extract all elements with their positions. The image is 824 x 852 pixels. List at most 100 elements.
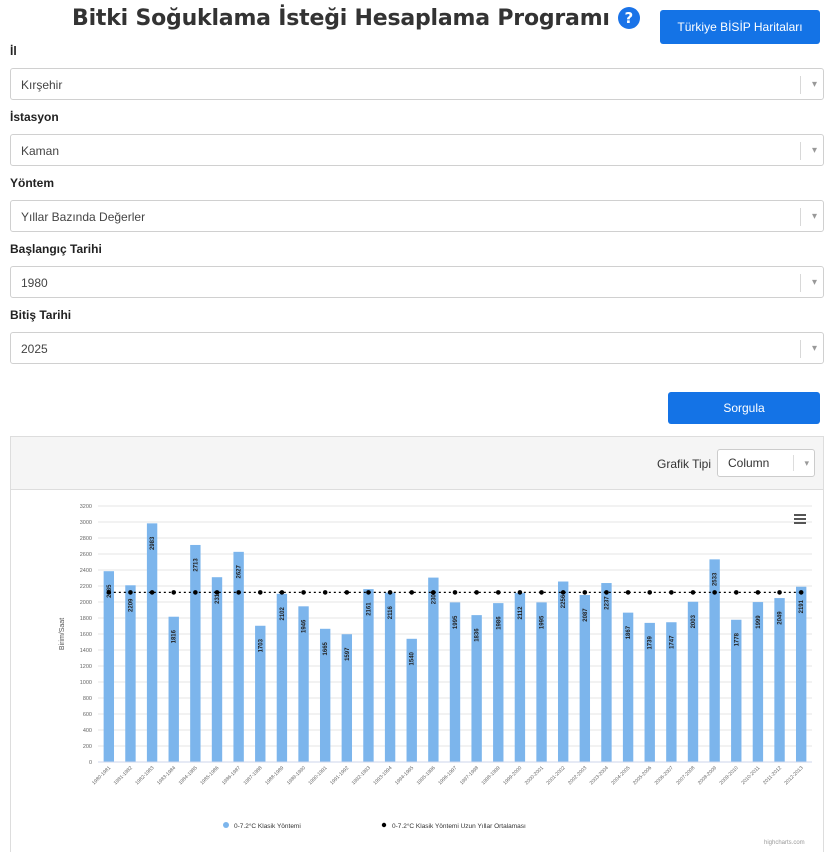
data-label: 2116 [388,606,394,620]
x-tick-label: 2009-2010 [719,765,740,786]
y-tick-label: 1200 [80,664,92,670]
x-tick-label: 2005-2006 [632,765,653,786]
chart-bar [190,544,201,762]
x-tick-label: 2010-2011 [740,765,761,786]
chart-credits[interactable]: highcharts.com [764,840,805,846]
chart-bar [709,559,720,762]
average-point [279,590,285,595]
average-point [106,590,112,595]
x-tick-label: 1998-1999 [481,765,502,786]
x-tick-label: 1990-1991 [307,765,328,786]
average-point [214,590,220,595]
data-label: 1703 [258,638,264,652]
legend-item: 0-7.2°C Klasik Yöntemi Uzun Yıllar Ortal… [392,822,526,830]
data-label: 1747 [669,635,675,649]
x-tick-label: 1993-1994 [372,765,393,786]
data-label: 2102 [280,607,286,621]
x-tick-label: 1991-1992 [329,765,350,786]
y-tick-label: 2800 [80,536,92,542]
average-point [322,590,328,595]
average-point [712,590,717,595]
y-tick-label: 400 [83,728,92,734]
average-point [301,590,306,595]
data-label: 1665 [323,641,329,655]
x-tick-label: 1980-1981 [91,765,112,786]
data-label: 1816 [172,629,178,643]
chart-menu-icon[interactable] [794,514,806,526]
x-tick-label: 1987-1988 [243,765,264,786]
data-label: 1995 [453,615,459,629]
data-label: 1946 [302,619,308,633]
average-point [366,590,371,595]
average-point [474,590,479,595]
average-point [539,590,544,595]
y-tick-label: 1400 [80,648,92,654]
data-label: 2003 [691,614,697,628]
data-label: 2533 [713,572,719,586]
x-tick-label: 2008-2009 [697,765,718,786]
average-point [431,590,436,595]
y-tick-label: 3200 [80,504,92,510]
data-label: 2049 [778,611,784,625]
x-tick-label: 1988-1989 [264,765,285,786]
y-tick-label: 200 [83,744,92,750]
x-tick-label: 2001-2002 [545,765,566,786]
chart-bar [211,577,223,762]
data-label: 2983 [150,536,156,550]
data-label: 2161 [366,602,372,616]
x-tick-label: 1995-1996 [416,765,437,786]
legend-marker [223,822,229,828]
chart-bar [233,551,244,762]
x-tick-label: 1984-1985 [178,765,199,786]
x-tick-label: 2011-2012 [762,765,783,786]
y-tick-label: 2600 [80,552,92,558]
data-label: 1836 [475,628,481,642]
y-tick-label: 1600 [80,632,92,638]
x-tick-label: 2003-2004 [589,765,610,786]
data-label: 1739 [648,636,654,650]
average-point [690,590,696,595]
average-point [517,590,523,595]
x-tick-label: 1985-1986 [199,765,220,786]
average-point [560,590,566,595]
average-point [409,590,415,595]
data-label: 1986 [496,616,502,630]
average-point [755,590,761,595]
x-tick-label: 1986-1987 [221,765,242,786]
average-point [582,590,588,595]
y-tick-label: 800 [83,696,92,702]
average-point [604,590,609,595]
average-point [387,590,393,595]
data-label: 1867 [626,625,632,639]
y-tick-label: 2000 [80,600,92,606]
average-point [171,590,177,595]
x-tick-label: 2007-2008 [675,765,696,786]
average-point [777,590,782,595]
data-label: 1540 [410,651,416,665]
average-point [495,590,501,595]
data-label: 1999 [756,615,762,629]
data-label: 2627 [237,565,243,579]
x-tick-label: 1996-1997 [437,765,458,786]
x-tick-label: 1999-2000 [502,765,523,786]
average-point [452,590,458,595]
legend-item: 0-7.2°C Klasik Yöntemi [234,822,301,830]
y-tick-label: 0 [89,760,92,766]
data-label: 2087 [583,608,589,622]
y-tick-label: 1800 [80,616,92,622]
chart: 0 200 400 600 800 1000 1200 1400 1600 1800 2000 220… [59,504,812,830]
y-axis-title: Birim/Saat [59,618,66,650]
x-tick-label: 1981-1982 [113,765,134,786]
x-tick-label: 2000-2001 [524,765,545,786]
y-tick-label: 2400 [80,568,92,574]
data-label: 2713 [193,558,199,572]
data-label: 2209 [128,598,134,612]
x-tick-label: 1992-1993 [351,765,372,786]
chart-bar [146,523,158,762]
average-point [236,590,241,595]
data-label: 2237 [604,596,610,610]
chart-bar [103,571,115,762]
average-point [669,590,674,595]
average-point [149,590,155,595]
x-tick-label: 2012-2013 [783,765,804,786]
